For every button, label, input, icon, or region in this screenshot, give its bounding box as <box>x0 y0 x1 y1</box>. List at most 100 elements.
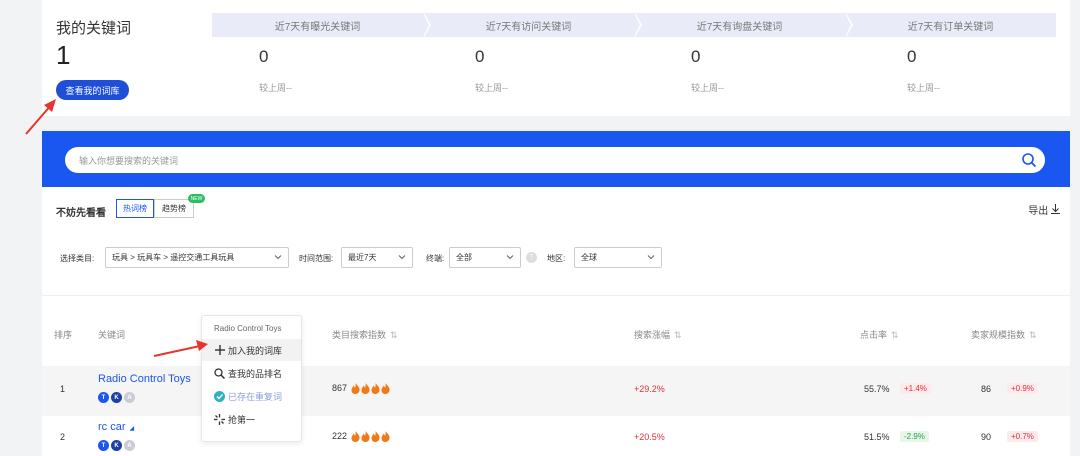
search-banner: 输入你想要搜索的关键词 <box>42 131 1070 187</box>
export-button[interactable]: 导出 <box>1028 202 1060 217</box>
section-title: 不妨先看看 <box>56 208 106 219</box>
help-icon[interactable]: ? <box>526 252 537 263</box>
row-ctr: 51.5% <box>864 432 890 442</box>
flame-icon <box>351 383 360 395</box>
chevron-down-icon <box>647 255 655 260</box>
search-icon[interactable] <box>1021 152 1037 168</box>
add-to-library-item[interactable]: 加入我的词库 <box>202 339 301 361</box>
row-ctr-change: -2.9% <box>900 431 929 442</box>
divider <box>42 295 1070 296</box>
export-label: 导出 <box>1028 206 1049 217</box>
header-seller-scale-label: 卖家规模指数 <box>971 330 1026 340</box>
sort-icon[interactable]: ⇅ <box>674 330 682 340</box>
stat-exposure-compare: 较上周-- <box>259 83 292 93</box>
check-rank-item[interactable]: 查我的品排名 <box>202 362 301 384</box>
stat-inquiry-value: 0 <box>691 47 701 66</box>
tab-trending[interactable]: 趋势榜 <box>154 199 194 218</box>
stat-exposure-value: 0 <box>259 47 269 66</box>
terminal-select[interactable]: 全部 <box>449 247 521 268</box>
flame-icon <box>371 431 380 443</box>
row-rank: 2 <box>60 432 66 442</box>
chevron-down-icon <box>274 255 282 260</box>
flame-rating <box>351 431 390 443</box>
header-ctr-label: 点击率 <box>860 330 888 340</box>
time-range-value: 最近7天 <box>348 253 377 262</box>
row-growth: +29.2% <box>634 384 665 394</box>
flame-rating <box>351 383 390 395</box>
chevron-down-icon <box>506 255 514 260</box>
row-rank: 1 <box>60 384 66 394</box>
search-placeholder: 输入你想要搜索的关键词 <box>79 156 179 166</box>
sort-icon[interactable]: ⇅ <box>1029 330 1037 340</box>
header-search-index[interactable]: 类目搜索指数 ⇅ <box>332 328 398 341</box>
stats-header-bar: 近7天有曝光关键词 近7天有访问关键词 近7天有询盘关键词 近7天有订单关键词 <box>212 13 1056 37</box>
header-search-index-label: 类目搜索指数 <box>332 330 387 340</box>
view-my-keywords-button[interactable]: 查看我的词库 <box>56 80 129 100</box>
row-search-index: 867 <box>332 383 390 395</box>
k-badge-icon: K <box>111 392 122 403</box>
duplicate-word-item: 已存在重复词 <box>202 385 301 407</box>
grab-first-label: 抢第一 <box>228 414 256 425</box>
row-keyword-link[interactable]: Radio Control Toys <box>98 373 191 385</box>
keyword-badges: T K A <box>98 392 135 403</box>
row-search-index-value: 867 <box>332 383 348 393</box>
sort-icon[interactable]: ⇅ <box>891 330 899 340</box>
row-seller: 90 <box>981 432 992 442</box>
popup-title: Radio Control Toys <box>214 324 282 333</box>
terminal-label: 终端: <box>426 254 445 263</box>
keyword-summary-card: 我的关键词 1 查看我的词库 近7天有曝光关键词 近7天有访问关键词 近7天有询… <box>42 0 1070 116</box>
add-to-library-label: 加入我的词库 <box>228 345 283 356</box>
chevron-down-icon <box>398 255 406 260</box>
time-range-label: 时间范围: <box>299 254 334 263</box>
row-ctr-change: +1.4% <box>900 383 931 394</box>
stat-inquiry-compare: 较上周-- <box>691 83 724 93</box>
search-rank-icon <box>214 367 225 379</box>
category-select[interactable]: 玩具 > 玩具车 > 遥控交通工具玩具 <box>105 247 289 268</box>
sort-icon[interactable]: ⇅ <box>390 330 398 340</box>
plus-icon <box>214 345 225 356</box>
keyword-list-card: 不妨先看看 热词榜 趋势榜 NEW 导出 选择类目: 玩具 > 玩具车 > 遥控… <box>42 187 1070 456</box>
header-rank: 排序 <box>54 330 73 340</box>
region-select[interactable]: 全球 <box>574 247 662 268</box>
row-seller: 86 <box>981 384 992 394</box>
row-keyword-link[interactable]: rc car ◢ <box>98 421 134 433</box>
a-badge-icon: A <box>124 392 135 403</box>
tab-hot-words[interactable]: 热词榜 <box>116 199 154 218</box>
header-keyword: 关键词 <box>98 330 126 340</box>
time-range-select[interactable]: 最近7天 <box>341 247 413 268</box>
stat-exposure-label: 近7天有曝光关键词 <box>212 13 431 37</box>
grab-first-item[interactable]: 抢第一 <box>202 408 301 430</box>
flame-icon <box>381 383 390 395</box>
terminal-value: 全部 <box>456 253 472 262</box>
stat-order-label: 近7天有订单关键词 <box>845 13 1056 37</box>
t-badge-icon: T <box>98 440 109 451</box>
my-keywords-count: 1 <box>56 40 71 70</box>
k-badge-icon: K <box>111 440 122 451</box>
stat-order-compare: 较上周-- <box>907 83 940 93</box>
row-ctr: 55.7% <box>864 384 890 394</box>
a-badge-icon: A <box>124 440 135 451</box>
keyword-badges: T K A <box>98 440 135 451</box>
region-value: 全球 <box>581 253 597 262</box>
check-rank-label: 查我的品排名 <box>228 368 283 379</box>
stat-order-value: 0 <box>907 47 917 66</box>
header-search-growth[interactable]: 搜索涨幅 ⇅ <box>634 328 682 341</box>
header-search-growth-label: 搜索涨幅 <box>634 330 671 340</box>
category-label: 选择类目: <box>60 254 95 263</box>
row-seller-change: +0.9% <box>1007 383 1038 394</box>
stat-inquiry-label: 近7天有询盘关键词 <box>634 13 853 37</box>
flame-icon <box>361 383 370 395</box>
row-seller-change: +0.7% <box>1007 431 1038 442</box>
duplicate-word-label: 已存在重复词 <box>228 391 283 402</box>
search-input[interactable]: 输入你想要搜索的关键词 <box>65 147 1045 173</box>
header-ctr[interactable]: 点击率 ⇅ <box>860 328 899 341</box>
download-icon <box>1051 204 1060 214</box>
my-keywords-title: 我的关键词 <box>56 20 132 37</box>
header-seller-scale[interactable]: 卖家规模指数 ⇅ <box>971 328 1037 341</box>
t-badge-icon: T <box>98 392 109 403</box>
flame-icon <box>351 431 360 443</box>
new-badge: NEW <box>188 194 205 203</box>
row-keyword-text: rc car <box>98 421 126 433</box>
stat-visit-label: 近7天有访问关键词 <box>423 13 642 37</box>
flame-icon <box>361 431 370 443</box>
